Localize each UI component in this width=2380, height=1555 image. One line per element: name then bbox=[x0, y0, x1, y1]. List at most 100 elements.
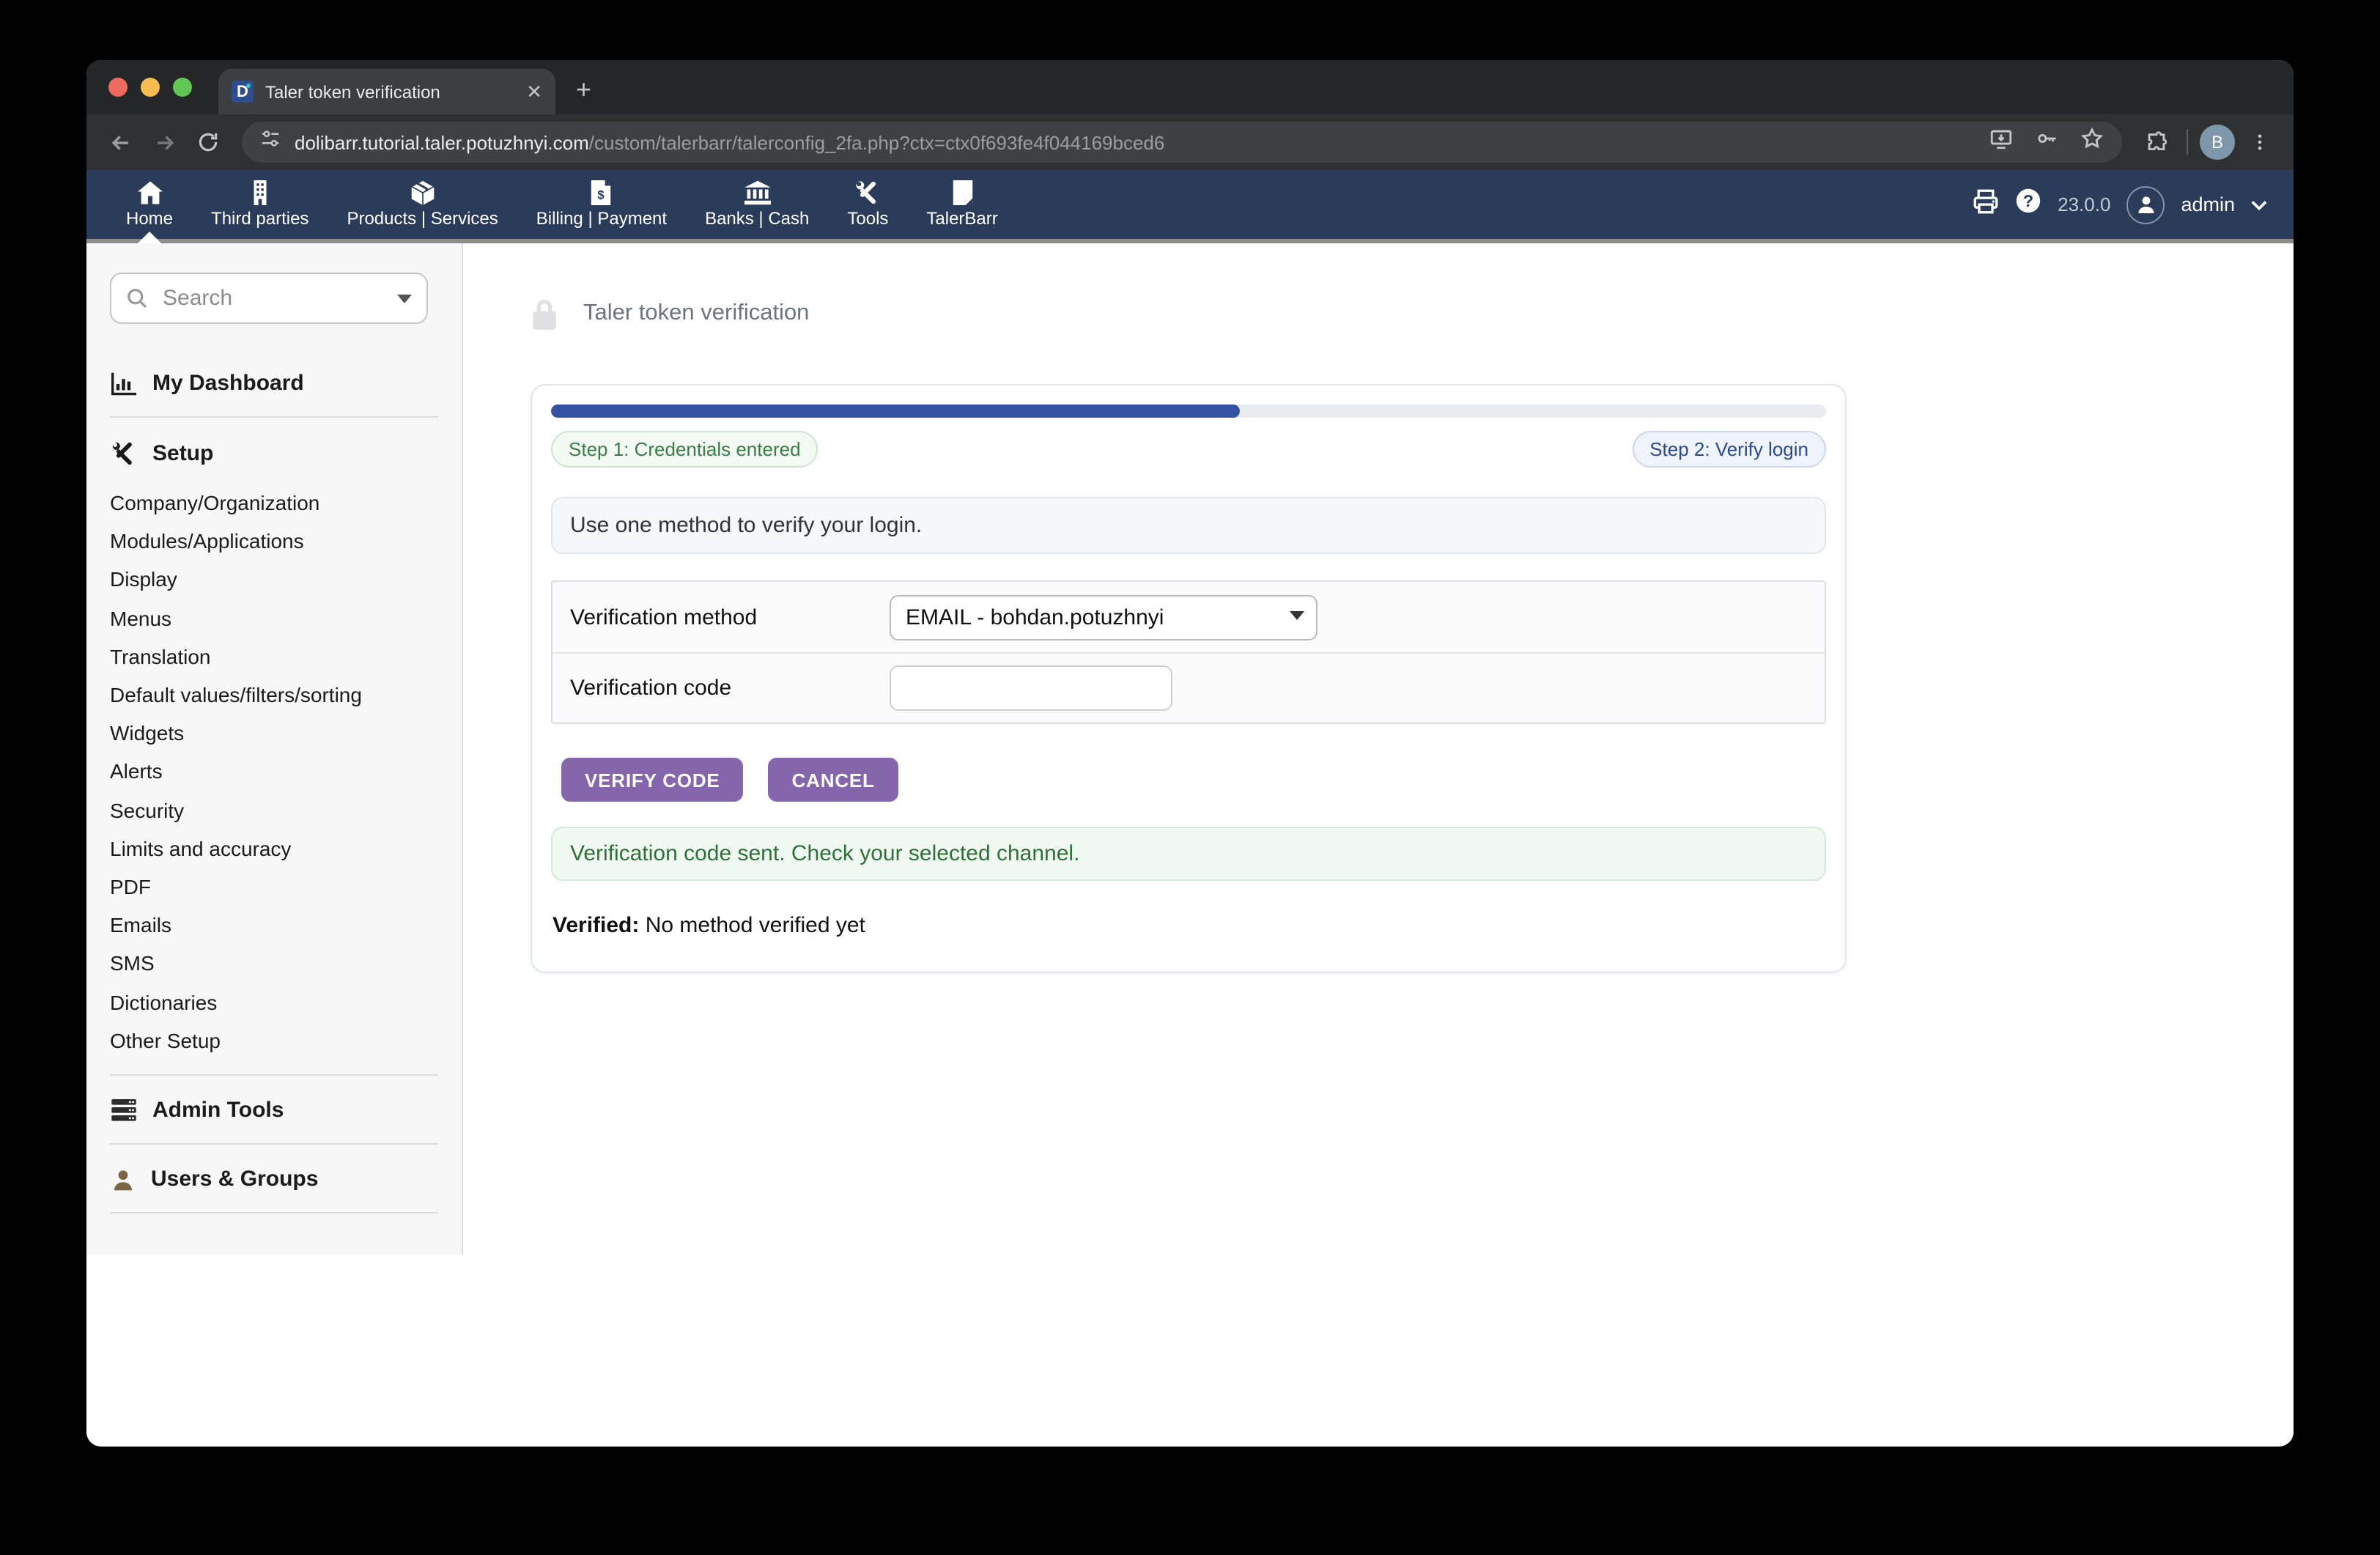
sidebar-item-modules-applications[interactable]: Modules/Applications bbox=[110, 522, 438, 560]
help-icon[interactable]: ? bbox=[2015, 188, 2041, 221]
svg-text:$: $ bbox=[598, 188, 605, 202]
search-icon bbox=[126, 287, 148, 309]
verification-card: Step 1: Credentials entered Step 2: Veri… bbox=[531, 384, 1847, 973]
method-row: Verification method EMAIL - bohdan.potuz… bbox=[552, 582, 1825, 652]
sidebar-item-sms[interactable]: SMS bbox=[110, 945, 438, 983]
nav-item-products-services[interactable]: Products | Services bbox=[328, 170, 517, 239]
app-version: 23.0.0 bbox=[2058, 193, 2110, 215]
lock-icon bbox=[531, 297, 558, 330]
cancel-button[interactable]: CANCEL bbox=[769, 758, 898, 802]
app-navbar: Home Third parties Products | Services $… bbox=[86, 170, 2294, 243]
nav-item-home[interactable]: Home bbox=[107, 170, 192, 239]
verified-status: Verified: No method verified yet bbox=[552, 913, 1826, 938]
username-label[interactable]: admin bbox=[2181, 193, 2235, 215]
browser-profile-avatar[interactable]: B bbox=[2200, 125, 2235, 160]
verification-method-select[interactable]: EMAIL - bohdan.potuzhnyi bbox=[890, 594, 1318, 640]
bank-icon bbox=[744, 180, 770, 205]
sidebar-section-users-groups[interactable]: Users & Groups bbox=[111, 1167, 438, 1192]
verified-value: No method verified yet bbox=[639, 913, 865, 938]
invoice-icon: $ bbox=[591, 180, 612, 205]
setup-tools-icon bbox=[111, 441, 136, 466]
sidebar-item-pdf[interactable]: PDF bbox=[110, 868, 438, 906]
sidebar-divider bbox=[110, 416, 438, 418]
code-label: Verification code bbox=[570, 676, 890, 701]
users-icon bbox=[111, 1167, 135, 1191]
browser-tab[interactable]: D Taler token verification ✕ bbox=[218, 69, 555, 114]
user-avatar-icon[interactable] bbox=[2126, 185, 2165, 224]
nav-item-banks-cash[interactable]: Banks | Cash bbox=[686, 170, 828, 239]
verification-code-input[interactable] bbox=[890, 665, 1172, 711]
dolibarr-favicon: D bbox=[232, 81, 254, 103]
instruction-box: Use one method to verify your login. bbox=[551, 497, 1826, 554]
reload-icon[interactable] bbox=[189, 123, 227, 161]
sidebar-item-menus[interactable]: Menus bbox=[110, 599, 438, 637]
site-info-icon[interactable] bbox=[259, 128, 281, 157]
sidebar-item-alerts[interactable]: Alerts bbox=[110, 753, 438, 791]
window-controls bbox=[108, 78, 192, 97]
minimize-window-button[interactable] bbox=[141, 78, 160, 97]
nav-item-third-parties[interactable]: Third parties bbox=[192, 170, 328, 239]
progress-fill bbox=[551, 405, 1240, 418]
fullscreen-window-button[interactable] bbox=[173, 78, 192, 97]
sidebar-section-admin-tools[interactable]: Admin Tools bbox=[111, 1098, 438, 1123]
verification-form: Verification method EMAIL - bohdan.potuz… bbox=[551, 580, 1826, 724]
verify-code-button[interactable]: VERIFY CODE bbox=[561, 758, 744, 802]
main-content: Taler token verification Step 1: Credent… bbox=[463, 243, 2294, 1442]
print-icon[interactable] bbox=[1973, 188, 1999, 221]
progress-bar bbox=[551, 405, 1826, 418]
nav-item-billing-payment[interactable]: $ Billing | Payment bbox=[517, 170, 686, 239]
svg-text:?: ? bbox=[2023, 191, 2033, 210]
search-input[interactable] bbox=[160, 284, 385, 312]
building-icon bbox=[249, 180, 271, 205]
sidebar-item-other-setup[interactable]: Other Setup bbox=[110, 1022, 438, 1060]
sidebar-item-display[interactable]: Display bbox=[110, 561, 438, 599]
step1-badge: Step 1: Credentials entered bbox=[551, 431, 818, 468]
nav-item-tools[interactable]: Tools bbox=[828, 170, 907, 239]
browser-menu-kebab-icon[interactable] bbox=[2241, 123, 2279, 161]
admin-server-icon bbox=[111, 1099, 136, 1121]
sidebar-section-setup[interactable]: Setup bbox=[111, 441, 438, 466]
bookmark-star-icon[interactable] bbox=[2080, 126, 2104, 158]
sidebar-section-my-dashboard[interactable]: My Dashboard bbox=[111, 371, 438, 396]
sidebar-item-default-values-filters-sorting[interactable]: Default values/filters/sorting bbox=[110, 676, 438, 714]
page-title: Taler token verification bbox=[583, 300, 809, 327]
close-window-button[interactable] bbox=[108, 78, 128, 97]
password-key-icon[interactable] bbox=[2034, 126, 2059, 158]
active-nav-caret bbox=[138, 232, 161, 243]
dashboard-chart-icon bbox=[111, 372, 136, 395]
home-icon bbox=[136, 180, 163, 205]
talerbarr-icon bbox=[952, 180, 972, 205]
screenshot-stage: D Taler token verification ✕ + dolibarr.… bbox=[0, 0, 2380, 1555]
browser-toolbar: dolibarr.tutorial.taler.potuzhnyi.com/cu… bbox=[86, 114, 2294, 170]
sidebar-item-dictionaries[interactable]: Dictionaries bbox=[110, 983, 438, 1021]
sidebar-item-company-organization[interactable]: Company/Organization bbox=[110, 484, 438, 522]
left-sidebar: My Dashboard Setup Company/Organization … bbox=[86, 243, 463, 1442]
sidebar-item-widgets[interactable]: Widgets bbox=[110, 714, 438, 752]
sidebar-divider bbox=[110, 1143, 438, 1145]
tools-icon bbox=[854, 180, 881, 205]
product-box-icon bbox=[410, 180, 435, 205]
verified-label: Verified: bbox=[552, 913, 639, 938]
install-app-icon[interactable] bbox=[1989, 126, 2014, 158]
sidebar-item-security[interactable]: Security bbox=[110, 791, 438, 829]
new-tab-button[interactable]: + bbox=[576, 75, 591, 106]
sidebar-item-emails[interactable]: Emails bbox=[110, 906, 438, 944]
page-title-row: Taler token verification bbox=[531, 296, 2294, 331]
sidebar-item-translation[interactable]: Translation bbox=[110, 638, 438, 676]
method-label: Verification method bbox=[570, 605, 890, 629]
back-icon[interactable] bbox=[101, 123, 139, 161]
url-text[interactable]: dolibarr.tutorial.taler.potuzhnyi.com/cu… bbox=[295, 131, 1164, 153]
tab-close-icon[interactable]: ✕ bbox=[526, 80, 542, 103]
search-dropdown-icon[interactable] bbox=[397, 294, 412, 303]
forward-icon[interactable] bbox=[145, 123, 183, 161]
browser-tab-strip: D Taler token verification ✕ + bbox=[86, 60, 2294, 114]
sidebar-divider bbox=[110, 1074, 438, 1076]
url-bar[interactable]: dolibarr.tutorial.taler.potuzhnyi.com/cu… bbox=[242, 122, 2122, 163]
success-message: Verification code sent. Check your selec… bbox=[551, 827, 1826, 881]
nav-item-talerbarr[interactable]: TalerBarr bbox=[907, 170, 1016, 239]
chevron-down-icon[interactable] bbox=[2251, 199, 2267, 210]
tab-title: Taler token verification bbox=[265, 81, 514, 102]
sidebar-item-limits-and-accuracy[interactable]: Limits and accuracy bbox=[110, 830, 438, 868]
sidebar-search[interactable] bbox=[110, 273, 428, 324]
extensions-puzzle-icon[interactable] bbox=[2137, 123, 2175, 161]
